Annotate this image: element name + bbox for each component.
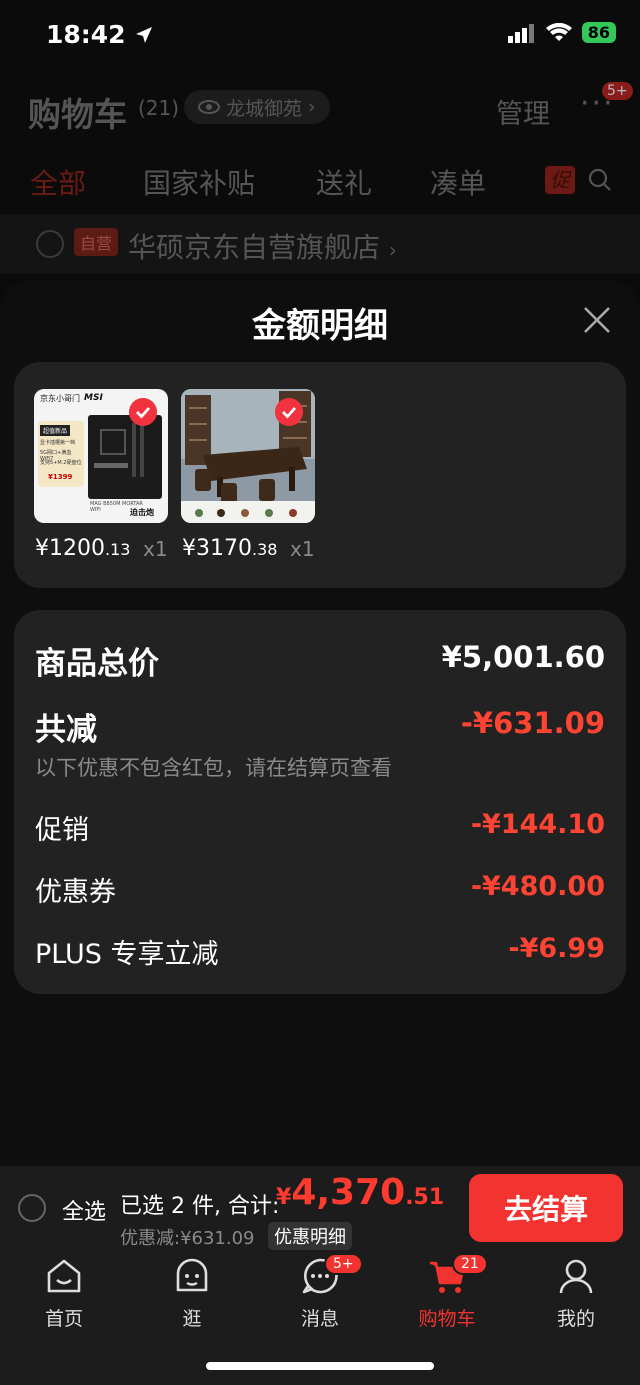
messages-badge: 5+ bbox=[324, 1253, 363, 1275]
promotion-label: 促销 bbox=[35, 815, 89, 846]
total-label: 商品总价 bbox=[35, 646, 159, 682]
thumb-price: ¥1399 bbox=[48, 473, 73, 481]
close-icon[interactable] bbox=[580, 303, 614, 337]
thumb-pcie-slot bbox=[94, 463, 128, 468]
nav-home[interactable]: 首页 bbox=[14, 1256, 114, 1331]
more-badge: 5+ bbox=[602, 82, 633, 100]
thumb-line3: 支持5+M.2硬盘位 bbox=[40, 460, 82, 466]
nav-home-label: 首页 bbox=[44, 1308, 83, 1330]
nav-browse-label: 逛 bbox=[182, 1308, 202, 1330]
tab-gift[interactable]: 送礼 bbox=[316, 162, 372, 202]
manage-button[interactable]: 管理 bbox=[496, 92, 550, 131]
plus-discount-label: PLUS 专享立减 bbox=[35, 939, 219, 970]
item-price: ¥1200.13 bbox=[35, 536, 131, 561]
item-quantity: x1 bbox=[143, 537, 168, 561]
store-select-radio[interactable] bbox=[36, 230, 64, 258]
thumb-name: 迫击炮 bbox=[130, 508, 154, 517]
browse-icon bbox=[176, 1258, 208, 1292]
tab-national-subsidy[interactable]: 国家补贴 bbox=[143, 162, 255, 202]
discount-detail-button[interactable]: 优惠明细 bbox=[268, 1222, 352, 1250]
thumb-line1: 显卡插槽第一档 bbox=[40, 440, 76, 446]
signal-icon bbox=[507, 23, 534, 43]
nav-profile[interactable]: 我的 bbox=[526, 1256, 626, 1331]
search-icon[interactable] bbox=[588, 168, 612, 192]
tab-all[interactable]: 全部 bbox=[30, 162, 86, 202]
status-icons: 86 bbox=[507, 22, 616, 43]
thumb-ram-slot bbox=[132, 423, 136, 477]
page-title: 购物车 bbox=[28, 95, 127, 134]
battery-indicator: 86 bbox=[581, 22, 616, 43]
home-indicator bbox=[206, 1362, 434, 1370]
status-time: 18:42 bbox=[46, 20, 154, 49]
promotion-value[interactable]: -¥144.10 bbox=[471, 809, 605, 840]
thumb-board bbox=[88, 415, 162, 499]
thumb-badge: 超值新品 bbox=[40, 425, 71, 436]
promo-icon[interactable]: 促 bbox=[545, 166, 575, 194]
plus-discount-value: -¥6.99 bbox=[508, 933, 605, 964]
selected-summary: 已选 2 件, 合计: bbox=[120, 1194, 280, 1219]
sheet-title: 金额明细 bbox=[252, 306, 388, 346]
nav-profile-label: 我的 bbox=[556, 1308, 595, 1330]
coupon-label: 优惠券 bbox=[35, 877, 116, 908]
reduce-value: -¥631.09 bbox=[460, 706, 605, 740]
reduce-label: 共减 bbox=[35, 712, 97, 748]
total-value: ¥5,001.60 bbox=[441, 640, 605, 674]
nav-messages-label: 消息 bbox=[300, 1308, 339, 1330]
home-icon bbox=[47, 1259, 81, 1293]
store-name[interactable]: 华硕京东自营旗舰店 › bbox=[128, 226, 397, 266]
thumb-brand-msi: MSI bbox=[84, 393, 103, 403]
coupon-value[interactable]: -¥480.00 bbox=[471, 871, 605, 902]
nav-browse[interactable]: 逛 bbox=[142, 1256, 242, 1331]
chevron-right-icon: › bbox=[308, 96, 316, 118]
eye-icon bbox=[198, 100, 220, 114]
wifi-icon bbox=[545, 22, 572, 41]
self-operated-tag: 自营 bbox=[74, 228, 119, 256]
discount-summary: 优惠减:¥631.09 bbox=[120, 1228, 255, 1249]
thumb-socket bbox=[100, 429, 126, 455]
location-selector[interactable]: 龙城御苑 › bbox=[184, 90, 330, 124]
item-check-icon[interactable] bbox=[129, 398, 157, 426]
checkout-button[interactable]: 去结算 bbox=[469, 1174, 623, 1242]
select-all-radio[interactable] bbox=[18, 1194, 46, 1222]
cart-badge: 21 bbox=[452, 1253, 488, 1275]
item-quantity: x1 bbox=[290, 537, 315, 561]
location-label: 龙城御苑 bbox=[226, 97, 303, 120]
cart-tabs: 全部 国家补贴 送礼 凑单 bbox=[0, 162, 640, 202]
thumb-brand: 京东小哥门 bbox=[40, 394, 80, 403]
cart-count: (21) bbox=[138, 96, 180, 120]
thumb-ram-slot bbox=[140, 423, 144, 477]
item-price: ¥3170.38 bbox=[182, 536, 278, 561]
profile-icon bbox=[559, 1259, 593, 1294]
nav-cart-label: 购物车 bbox=[418, 1308, 476, 1330]
total-amount: ¥4,370.51 bbox=[276, 1172, 445, 1213]
select-all-label[interactable]: 全选 bbox=[62, 1194, 106, 1226]
tab-add-on[interactable]: 凑单 bbox=[430, 162, 486, 202]
location-arrow-icon bbox=[136, 27, 153, 43]
item-check-icon[interactable] bbox=[275, 398, 303, 426]
reduce-note: 以下优惠不包含红包，请在结算页查看 bbox=[35, 756, 392, 780]
